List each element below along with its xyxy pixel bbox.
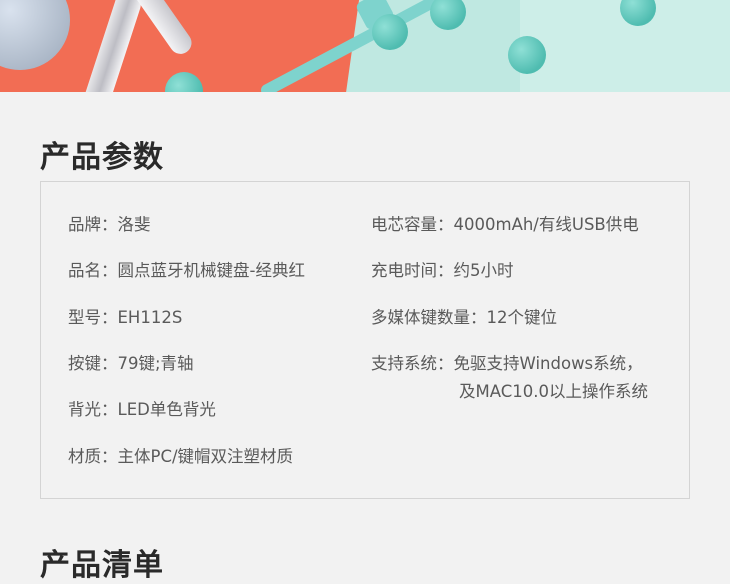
spec-label: 充电时间： <box>371 261 454 280</box>
ball-decoration <box>372 14 408 50</box>
banner-photo <box>0 0 730 92</box>
spec-material: 材质：主体PC/键帽双注塑材质 <box>68 443 293 471</box>
spec-label: 型号： <box>68 308 118 327</box>
spec-label: 背光： <box>68 400 118 419</box>
spec-label: 多媒体键数量： <box>371 308 487 327</box>
spec-value: 12个键位 <box>486 308 558 327</box>
spec-product-name: 品名：圆点蓝牙机械键盘-经典红 <box>68 257 305 285</box>
spec-value: LED单色背光 <box>117 400 216 419</box>
page-title: 产品参数 <box>40 140 164 175</box>
spec-value: 4000mAh/有线USB供电 <box>453 215 639 234</box>
spec-battery: 电芯容量：4000mAh/有线USB供电 <box>371 211 639 239</box>
spec-label: 电芯容量： <box>371 215 454 234</box>
ball-decoration <box>165 72 203 92</box>
spec-charge-time: 充电时间：约5小时 <box>371 257 514 285</box>
spec-os-support: 支持系统：免驱支持Windows系统， <box>371 350 643 378</box>
spec-backlight: 背光：LED单色背光 <box>68 396 216 424</box>
spec-table: 品牌：洛斐 品名：圆点蓝牙机械键盘-经典红 型号：EH112S 按键：79键;青… <box>40 181 690 499</box>
spec-media-keys: 多媒体键数量：12个键位 <box>371 304 557 332</box>
spec-value: 免驱支持Windows系统， <box>453 354 643 373</box>
spec-brand: 品牌：洛斐 <box>68 211 151 239</box>
plate-decoration <box>0 0 70 70</box>
spec-label: 支持系统： <box>371 354 454 373</box>
spec-value: 及MAC10.0以上操作系统 <box>459 382 648 401</box>
spec-value: 圆点蓝牙机械键盘-经典红 <box>117 261 305 280</box>
spec-model: 型号：EH112S <box>68 304 182 332</box>
spec-value: 79键;青轴 <box>117 354 194 373</box>
spec-value: EH112S <box>117 308 183 327</box>
ribbon-decoration <box>82 0 144 92</box>
spec-value: 约5小时 <box>453 261 514 280</box>
spec-value: 洛斐 <box>117 215 151 234</box>
spec-label: 材质： <box>68 447 118 466</box>
spec-label: 按键： <box>68 354 118 373</box>
section-title-product-list: 产品清单 <box>40 548 164 583</box>
spec-value: 主体PC/键帽双注塑材质 <box>117 447 294 466</box>
spec-label: 品牌： <box>68 215 118 234</box>
ball-decoration <box>508 36 546 74</box>
spec-label: 品名： <box>68 261 118 280</box>
spec-os-support-continued: 及MAC10.0以上操作系统 <box>459 378 648 406</box>
spec-keys: 按键：79键;青轴 <box>68 350 194 378</box>
